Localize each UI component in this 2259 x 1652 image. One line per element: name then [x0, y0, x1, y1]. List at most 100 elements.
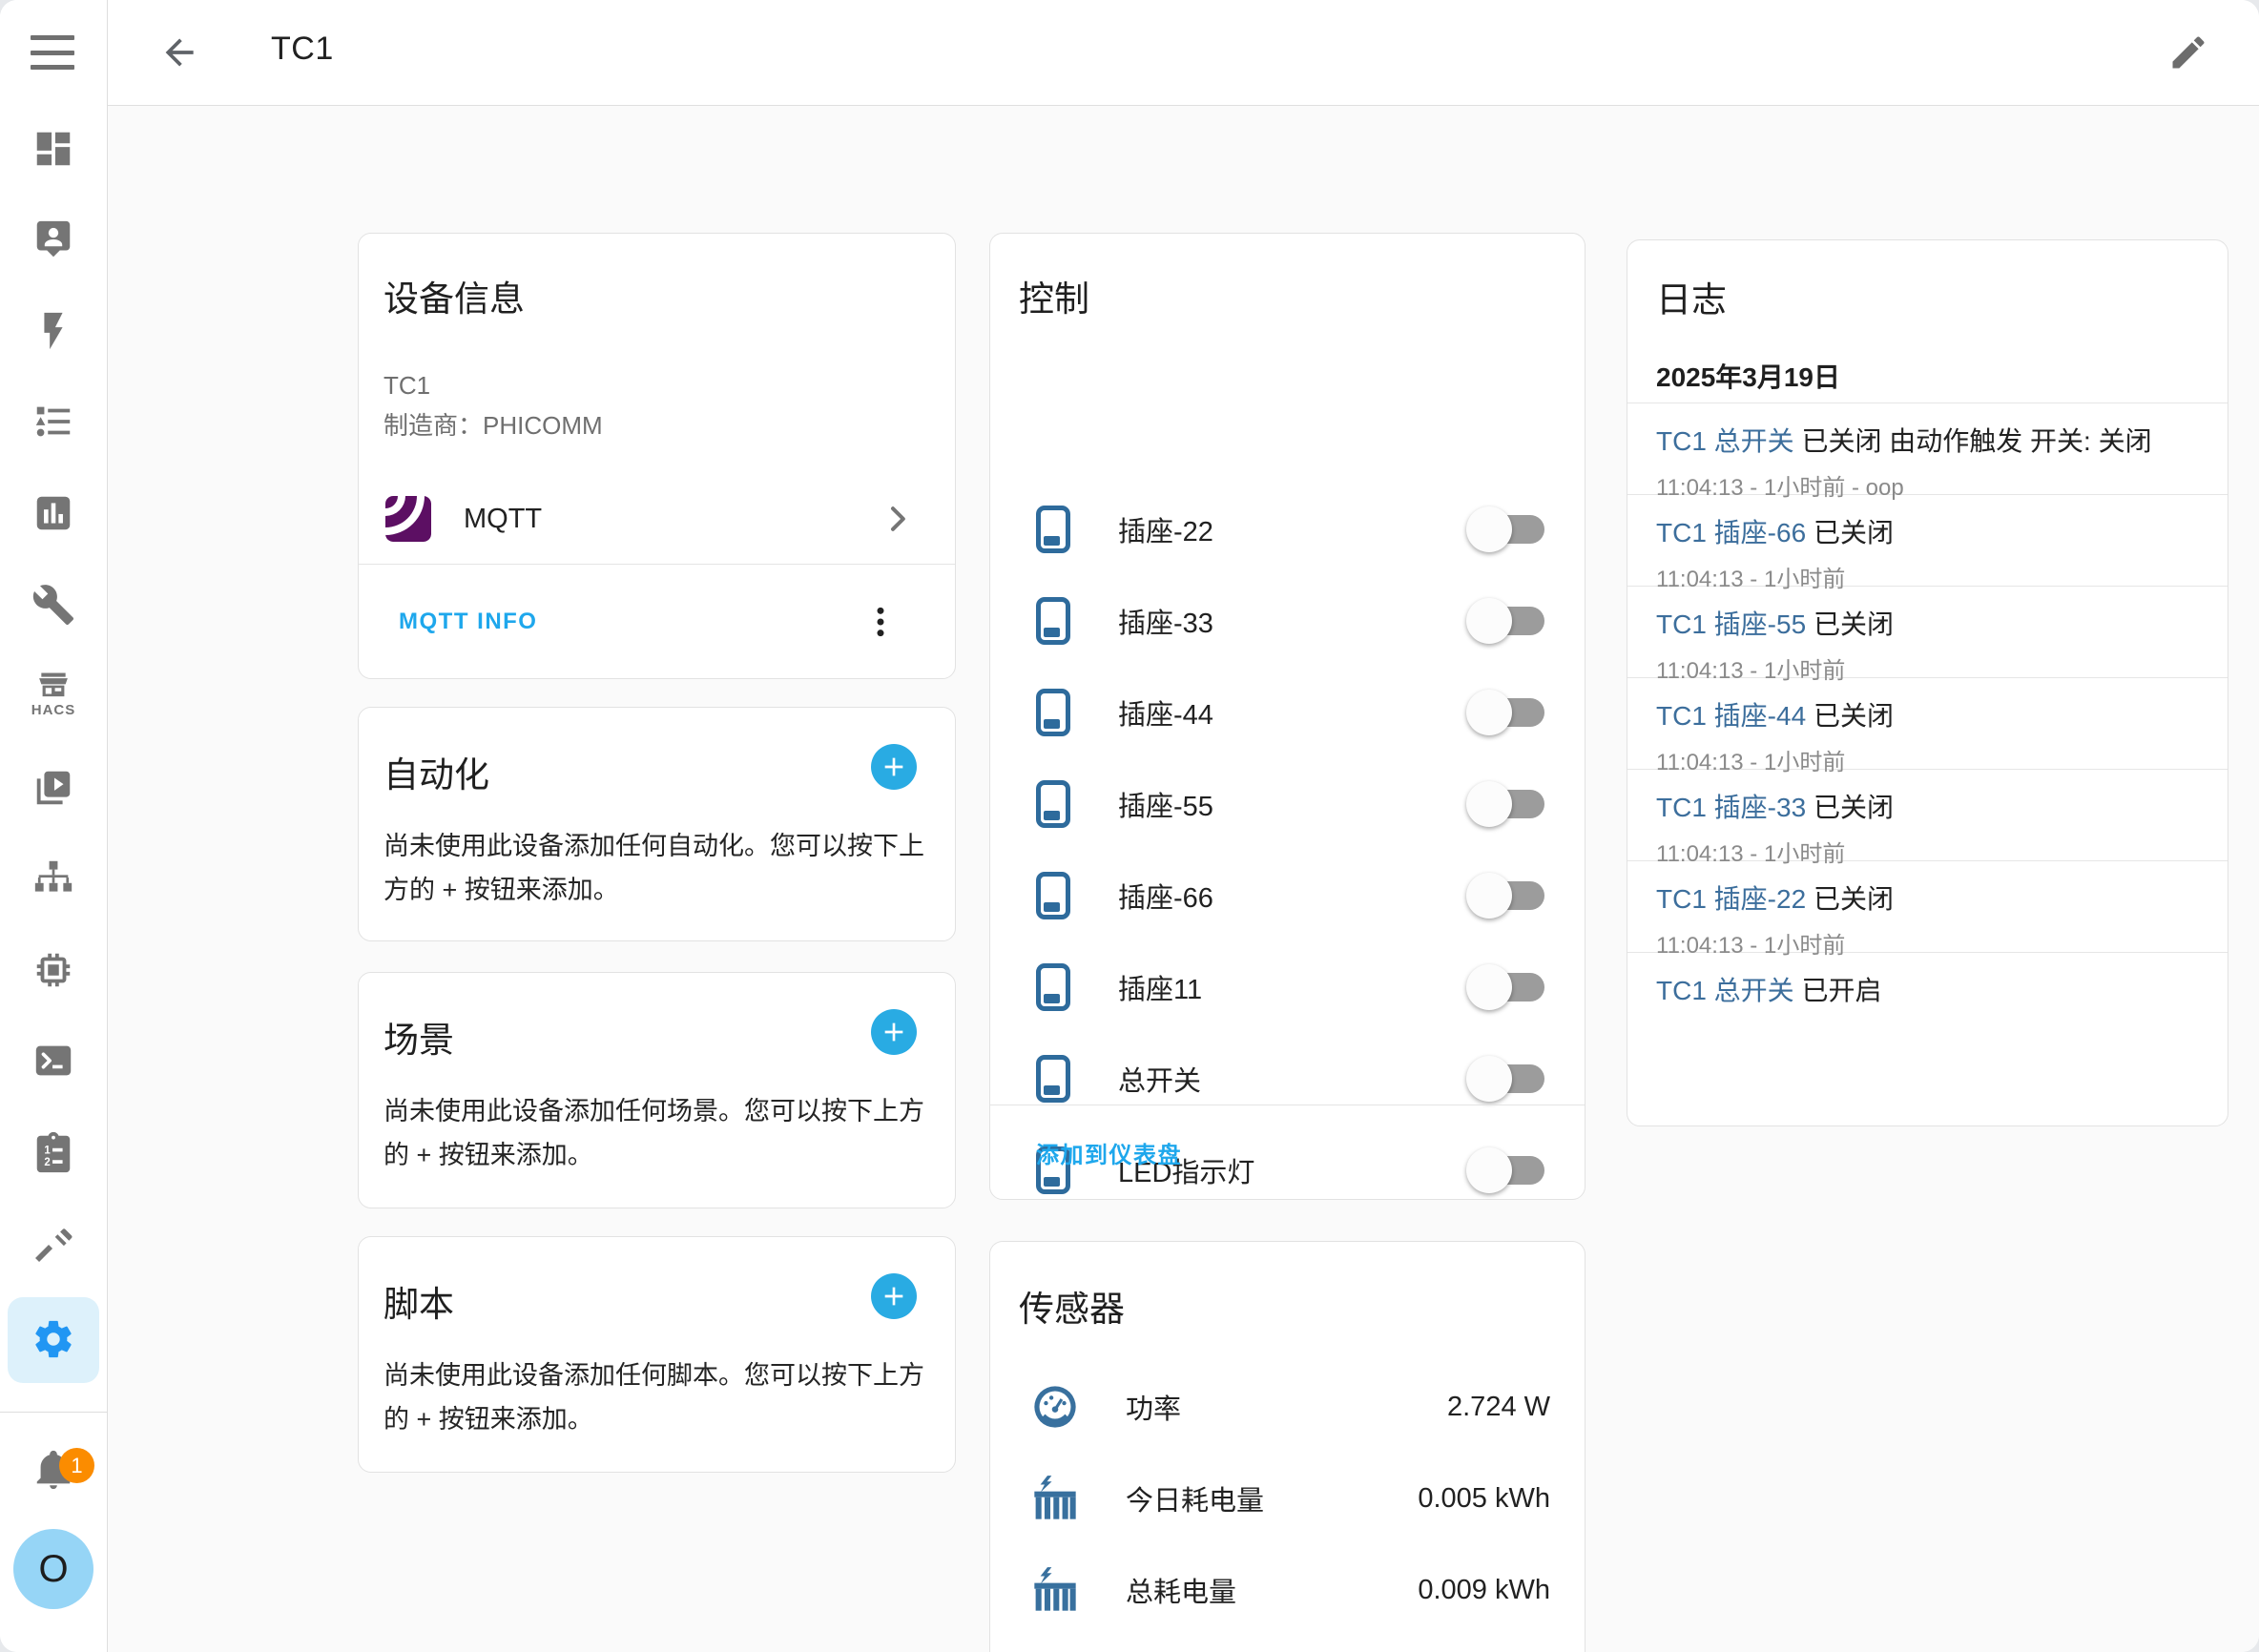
toggle-knob — [1466, 1056, 1512, 1102]
automation-title: 自动化 — [383, 746, 955, 797]
notification-badge: 1 — [59, 1448, 94, 1483]
sensor-row[interactable]: 总耗电量 0.009 kWh — [990, 1544, 1585, 1636]
script-title: 脚本 — [383, 1275, 955, 1327]
sidebar-item-terminal[interactable] — [0, 1026, 107, 1095]
device-info-title: 设备信息 — [383, 270, 955, 321]
hacs-label: HACS — [31, 702, 76, 718]
sidebar-item-map[interactable] — [0, 205, 107, 274]
sidebar-item-logbook[interactable] — [0, 387, 107, 456]
logbook-message: 已关闭 — [1813, 793, 1894, 822]
automation-empty-text: 尚未使用此设备添加任何自动化。您可以按下上方的 + 按钮来添加。 — [383, 824, 930, 912]
wrench-icon — [31, 583, 75, 627]
sensor-row[interactable]: 今日耗电量 0.005 kWh — [990, 1453, 1585, 1544]
automation-card: 自动化 尚未使用此设备添加任何自动化。您可以按下上方的 + 按钮来添加。 — [358, 707, 956, 941]
sidebar-item-developer-tools[interactable] — [0, 1209, 107, 1278]
sensor-row[interactable]: 昨日耗电量 0.002 kWh — [990, 1636, 1585, 1652]
sidebar-item-esphome[interactable] — [0, 936, 107, 1004]
control-row: 插座-66 — [990, 850, 1585, 941]
logbook-entry: TC1 插座-66 已关闭 11:04:13 - 1小时前 — [1627, 494, 2228, 586]
menu-icon[interactable] — [31, 35, 74, 70]
clipboard-list-icon: 1 2 — [31, 1130, 75, 1174]
sidebar-item-tools[interactable] — [0, 570, 107, 639]
add-to-dashboard-button[interactable]: 添加到仪表盘 — [1036, 1136, 1585, 1169]
toggle-switch[interactable] — [1476, 607, 1544, 635]
control-label: 插座-55 — [1118, 784, 1476, 824]
device-meta: TC1 制造商：PHICOMM — [383, 365, 955, 445]
add-scene-button[interactable] — [871, 1009, 917, 1055]
logbook-title: 日志 — [1656, 271, 2228, 322]
sidebar-item-hacs[interactable]: HACS — [0, 658, 107, 727]
device-card-actions: MQTT INFO — [359, 565, 955, 678]
logbook-entity-link[interactable]: TC1 总开关 — [1656, 976, 1794, 1005]
toggle-switch[interactable] — [1476, 515, 1544, 544]
control-label: 插座11 — [1118, 967, 1476, 1007]
toggle-knob — [1466, 598, 1512, 644]
plus-icon — [879, 1281, 909, 1311]
sidebar-item-network[interactable] — [0, 844, 107, 913]
logbook-date: 2025年3月19日 — [1656, 357, 2228, 395]
toggle-switch[interactable] — [1476, 698, 1544, 727]
toggle-knob — [1466, 690, 1512, 735]
sidebar-item-energy[interactable] — [0, 297, 107, 365]
toggle-knob — [1466, 873, 1512, 919]
control-row: 插座-55 — [990, 758, 1585, 850]
mqtt-info-button[interactable]: MQTT INFO — [399, 609, 861, 635]
sensor-value: 0.009 kWh — [1418, 1575, 1550, 1606]
app-header: TC1 — [0, 0, 2259, 106]
chart-box-icon — [31, 491, 75, 535]
control-row: 插座-33 — [990, 575, 1585, 667]
controls-title: 控制 — [1019, 270, 1585, 321]
sensor-row[interactable]: 功率 2.724 W — [990, 1361, 1585, 1453]
integration-row-mqtt[interactable]: MQTT — [359, 474, 955, 564]
logbook-entity-link[interactable]: TC1 插座-22 — [1656, 884, 1806, 914]
app-window: 设备信息 TC1 制造商：PHICOMM MQTT — [0, 0, 2259, 1652]
add-automation-button[interactable] — [871, 744, 917, 790]
toggle-switch[interactable] — [1476, 881, 1544, 910]
control-label: 总开关 — [1118, 1059, 1476, 1099]
device-name: TC1 — [383, 365, 955, 405]
svg-text:1: 1 — [44, 1145, 51, 1156]
svg-text:2: 2 — [44, 1157, 50, 1168]
avatar[interactable]: O — [13, 1529, 93, 1609]
sensor-label: 今日耗电量 — [1126, 1478, 1418, 1518]
toggle-switch[interactable] — [1476, 1064, 1544, 1093]
logbook-message: 已关闭 — [1813, 518, 1894, 547]
logbook-entry: TC1 插座-44 已关闭 11:04:13 - 1小时前 — [1627, 677, 2228, 769]
sidebar-item-media[interactable] — [0, 754, 107, 822]
plus-icon — [879, 752, 909, 782]
logbook-entry: TC1 插座-55 已关闭 11:04:13 - 1小时前 — [1627, 586, 2228, 677]
terminal-icon — [31, 1039, 75, 1083]
toggle-knob — [1466, 964, 1512, 1010]
scene-empty-text: 尚未使用此设备添加任何场景。您可以按下上方的 + 按钮来添加。 — [383, 1089, 930, 1177]
toggle-switch[interactable] — [1476, 790, 1544, 818]
sidebar: HACS — [0, 0, 108, 1652]
power-socket-icon — [1036, 597, 1070, 645]
control-row: 插座11 — [990, 941, 1585, 1033]
sidebar-item-history[interactable] — [0, 479, 107, 547]
person-badge-icon — [31, 217, 75, 261]
bulleted-list-icon — [31, 400, 75, 444]
integration-name: MQTT — [464, 504, 879, 535]
more-options-icon[interactable] — [861, 597, 900, 647]
sensors-list: 功率 2.724 W — [990, 1361, 1585, 1652]
sidebar-item-overview[interactable] — [0, 114, 107, 183]
power-socket-icon — [1036, 1055, 1070, 1103]
add-script-button[interactable] — [871, 1273, 917, 1319]
plus-icon — [879, 1017, 909, 1047]
logbook-entity-link[interactable]: TC1 插座-66 — [1656, 518, 1806, 547]
sidebar-item-settings[interactable] — [0, 1305, 107, 1373]
logbook-message: 已关闭 由动作触发 开关: 关闭 — [1801, 426, 2151, 456]
logbook-entity-link[interactable]: TC1 插座-55 — [1656, 609, 1806, 639]
sidebar-divider — [0, 1412, 107, 1413]
logbook-entity-link[interactable]: TC1 总开关 — [1656, 426, 1794, 456]
logbook-entity-link[interactable]: TC1 插座-44 — [1656, 701, 1806, 731]
back-button[interactable] — [158, 31, 200, 73]
device-info-card: 设备信息 TC1 制造商：PHICOMM MQTT — [358, 233, 956, 679]
storefront-icon — [35, 668, 72, 704]
toggle-switch[interactable] — [1476, 973, 1544, 1002]
logbook-entity-link[interactable]: TC1 插座-33 — [1656, 793, 1806, 822]
controls-card-actions: 添加到仪表盘 — [990, 1105, 1585, 1200]
edit-button[interactable] — [2167, 31, 2209, 73]
sidebar-item-todo[interactable]: 1 2 — [0, 1118, 107, 1187]
scene-title: 场景 — [383, 1011, 955, 1063]
